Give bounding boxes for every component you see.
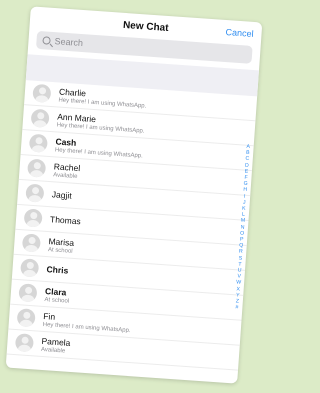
contact-text: Fin Hey there! I am using WhatsApp. [43,310,132,333]
phone-screen: New Chat Cancel Search Charlie Hey there!… [5,6,263,384]
contact-list: Charlie Hey there! I am using WhatsApp. An… [6,80,258,371]
contact-name: Chris [46,264,69,276]
contact-name: Pamela [41,335,71,348]
avatar-icon [32,83,52,103]
contact-text: Clara At school [44,286,70,305]
contact-text: Chris [46,264,68,275]
contact-name: Jagjit [51,189,72,201]
search-icon [42,36,51,45]
contact-text: Rachel Available [53,161,81,180]
avatar-icon [23,208,43,228]
avatar-icon [16,308,36,328]
contact-name: Marisa [48,235,75,248]
search-placeholder: Search [54,36,84,49]
contact-text: Cash Hey there! I am using WhatsApp. [55,136,144,159]
avatar-icon [14,333,35,353]
contact-text: Ann Marie Hey there! I am using WhatsApp. [56,111,145,134]
avatar-icon [20,258,40,278]
contact-status: At school [47,246,73,255]
avatar-icon [30,108,50,128]
cancel-button[interactable]: Cancel [225,27,254,39]
avatar-icon [25,183,45,203]
avatar-icon [27,158,47,178]
contact-text: Thomas [50,214,81,226]
contact-status: Available [40,346,66,355]
avatar-icon [18,283,38,303]
contact-name: Rachel [53,160,81,173]
contact-name: Clara [44,285,67,298]
contact-status: Available [53,171,78,180]
contact-text: Charlie Hey there! I am using WhatsApp. [58,86,147,109]
avatar-icon [21,233,42,253]
avatar-icon [28,133,48,153]
contact-status: At school [44,296,70,305]
index-letter[interactable]: # [235,305,238,311]
contact-text: Pamela Available [41,335,71,354]
contact-text: Jagjit [52,189,72,200]
page-title: New Chat [122,19,169,34]
contact-text: Marisa At school [48,236,75,255]
contact-name: Thomas [49,214,82,227]
